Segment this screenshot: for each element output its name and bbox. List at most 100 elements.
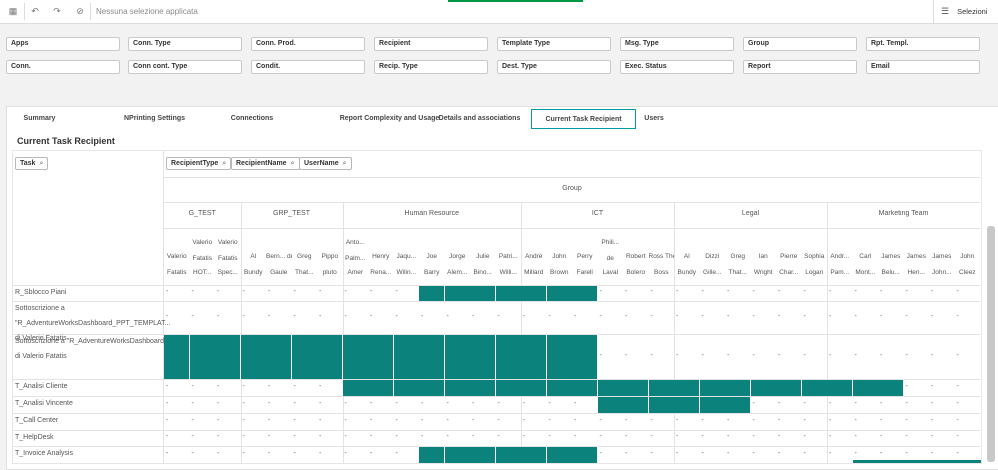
empty-cell: -: [854, 449, 857, 457]
pivot-table[interactable]: Task ⌕ RecipientType ⌕ RecipientName ⌕ UserNam…: [12, 150, 982, 464]
recipient-name-line2: Boss: [654, 269, 669, 276]
filter-box[interactable]: Conn cont. Type: [128, 60, 242, 74]
filter-box[interactable]: Report: [743, 60, 857, 74]
task-row-label[interactable]: R_Sblocco Piani: [15, 289, 66, 296]
smart-search-icon[interactable]: ▦: [7, 5, 19, 17]
group-divider: [240, 202, 242, 463]
empty-cell: -: [268, 416, 271, 424]
tab-current-task-recipient[interactable]: Current Task Recipient: [531, 109, 636, 129]
filled-cell: [521, 447, 546, 463]
recipient-name-line2: Pam...: [830, 269, 850, 276]
empty-cell: -: [956, 312, 959, 320]
tab-summary[interactable]: Summary: [12, 109, 67, 129]
empty-cell: -: [854, 399, 857, 407]
filter-box[interactable]: Apps: [6, 37, 120, 51]
filter-box[interactable]: Conn.: [6, 60, 120, 74]
recipient-name-line2: Belu...: [881, 269, 900, 276]
filter-box[interactable]: Conn. Type: [128, 37, 242, 51]
empty-cell: -: [829, 449, 832, 457]
empty-cell: -: [421, 416, 424, 424]
recipient-name-line1: André: [525, 253, 543, 260]
recipient-name-line1: John: [552, 253, 567, 260]
task-row-label[interactable]: T_Call Center: [15, 417, 58, 424]
empty-cell: -: [344, 416, 347, 424]
recipient-type-dimension-button[interactable]: RecipientType ⌕: [166, 157, 232, 170]
filter-box[interactable]: Msg. Type: [620, 37, 734, 51]
task-row-label[interactable]: T_Analisi Vincente: [15, 400, 73, 407]
filled-cell: [674, 380, 699, 396]
filled-cell: [444, 380, 470, 396]
tab-users[interactable]: Users: [639, 109, 669, 129]
empty-cell: -: [931, 312, 934, 320]
task-row-label[interactable]: T_HelpDesk: [15, 434, 54, 441]
user-name-dimension-button[interactable]: UserName ⌕: [299, 157, 352, 170]
recipient-name-dimension-button[interactable]: RecipientName ⌕: [231, 157, 300, 170]
empty-cell: -: [191, 288, 194, 295]
filter-box[interactable]: Exec. Status: [620, 60, 734, 74]
tab-nprinting-settings[interactable]: NPrinting Settings: [107, 109, 202, 129]
recipient-name-line2: Gille...: [703, 269, 722, 276]
empty-cell: -: [548, 312, 551, 320]
empty-cell: -: [727, 288, 730, 295]
tab-connections[interactable]: Connections: [212, 109, 292, 129]
filter-box[interactable]: Email: [866, 60, 980, 74]
recipient-name-line1: Valerio Fatatis: [217, 239, 238, 262]
empty-cell: -: [829, 351, 832, 359]
empty-cell: -: [956, 288, 959, 295]
filter-box[interactable]: Recip. Type: [374, 60, 488, 74]
recipient-name-line1: Bern... de: [266, 253, 292, 260]
empty-cell: -: [268, 433, 271, 440]
empty-cell: -: [905, 288, 908, 295]
filter-box[interactable]: Recipient: [374, 37, 488, 51]
selections-button[interactable]: ☰ Selezioni: [933, 0, 998, 23]
recipient-name-line1: Greg: [297, 253, 312, 260]
task-row-label[interactable]: Sottoscrizione a "R_AdventureWorksDashbo…: [15, 338, 167, 345]
filter-box[interactable]: Rpt. Templ.: [866, 37, 980, 51]
task-row-label[interactable]: T_Invoice Analysis: [15, 450, 73, 457]
filter-box[interactable]: Conn. Prod.: [251, 37, 365, 51]
vertical-scrollbar[interactable]: [987, 226, 995, 462]
task-row-label[interactable]: Sottoscrizione a: [15, 305, 65, 312]
empty-cell: -: [217, 382, 220, 390]
empty-cell: -: [421, 312, 424, 320]
empty-cell: -: [905, 382, 908, 390]
empty-cell: -: [523, 312, 526, 320]
empty-cell: -: [293, 416, 296, 424]
filter-box[interactable]: Dest. Type: [497, 60, 611, 74]
empty-cell: -: [625, 351, 628, 359]
filled-cell: [393, 335, 419, 379]
empty-cell: -: [370, 288, 373, 295]
step-back-icon[interactable]: ↶: [29, 5, 41, 17]
recipient-name-line1: Dizzi: [705, 253, 720, 260]
task-row-label[interactable]: di Valerio Fatatis: [15, 353, 67, 360]
empty-cell: -: [242, 416, 245, 424]
empty-cell: -: [854, 288, 857, 295]
tab-details-and-associations[interactable]: Details and associations: [432, 109, 527, 129]
filter-box[interactable]: Template Type: [497, 37, 611, 51]
clear-selections-icon[interactable]: ⊘: [74, 5, 86, 17]
task-dimension-button[interactable]: Task ⌕: [15, 157, 49, 170]
empty-cell: -: [217, 312, 220, 320]
header-line: [164, 228, 980, 229]
empty-cell: -: [395, 416, 398, 424]
empty-cell: -: [446, 312, 449, 320]
filled-cell: [878, 380, 903, 396]
filter-box[interactable]: Group: [743, 37, 857, 51]
empty-cell: -: [293, 382, 296, 390]
group-header: Group: [562, 185, 582, 192]
recipient-name-line2: Laval: [602, 269, 619, 276]
recipient-name-line1: Phili... de: [601, 239, 620, 262]
task-row-label[interactable]: T_Analisi Cliente: [15, 383, 68, 390]
step-forward-icon[interactable]: ↷: [51, 5, 63, 17]
filled-cell: [368, 380, 393, 396]
filled-cell: [801, 380, 827, 396]
task-row-label[interactable]: "R_AdventureWorksDashboard_PPT_TEMPLAT..…: [15, 320, 171, 327]
empty-cell: -: [956, 382, 959, 390]
empty-cell: -: [268, 382, 271, 390]
empty-cell: -: [395, 288, 398, 295]
header-line: [164, 177, 980, 178]
filter-box[interactable]: Condit.: [251, 60, 365, 74]
filled-cell: [317, 335, 342, 379]
empty-cell: -: [191, 449, 194, 457]
recipient-name-line2: Fatatis: [166, 269, 187, 276]
